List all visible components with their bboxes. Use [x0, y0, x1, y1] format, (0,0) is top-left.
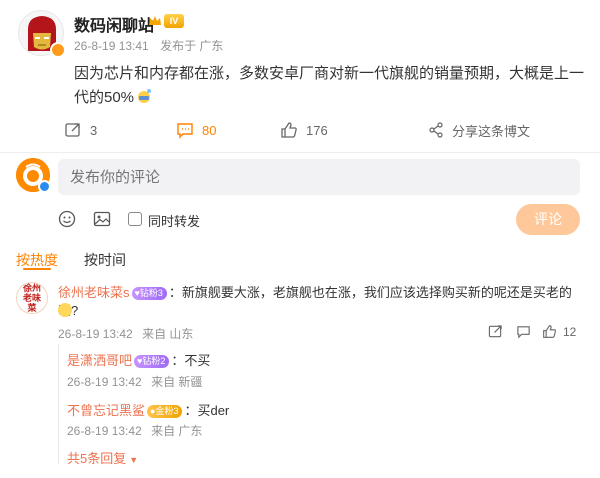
comment-meta: 26-8-19 13:42 来自 山东 [58, 325, 199, 342]
chevron-down-icon: ▼ [129, 455, 139, 465]
fan-badge: ♥钻粉2 [134, 355, 170, 368]
comment-like-button[interactable]: 12 [542, 324, 576, 339]
more-replies-link[interactable]: 共5条回复 ▼ [67, 448, 138, 467]
reply-text: ：买der [184, 403, 230, 418]
reply-icon [517, 326, 530, 339]
image-icon [93, 211, 111, 227]
doge-emoji-icon [58, 303, 72, 317]
post-source: 发布于 广东 [160, 39, 224, 53]
emoji-button[interactable] [58, 210, 76, 228]
reply-author[interactable]: 是潇洒哥吧 [67, 353, 132, 368]
reply-author[interactable]: 不曾忘记黑鲨 [67, 403, 145, 418]
share-out-icon [488, 325, 502, 338]
gold-fan-badge-label: 金粉3 [155, 406, 179, 416]
comment-date: 26-8-19 13:42 [58, 327, 133, 341]
reply-item: 不曾忘记黑鲨 ●金粉3 ：买der [67, 400, 229, 419]
comment-author[interactable]: 徐州老味菜s [58, 285, 130, 300]
emoji-icon [58, 210, 76, 228]
comment-like-count: 12 [563, 324, 577, 339]
image-button[interactable] [93, 210, 111, 228]
comment-count: 80 [202, 122, 217, 138]
repost-icon [65, 123, 80, 137]
user-level-badge: IV [164, 14, 184, 28]
reply-thread-line [58, 344, 59, 464]
reply-item: 是潇洒哥吧 ♥钻粉2 ：不买 [67, 350, 210, 369]
comment-button[interactable]: 80 [176, 120, 216, 140]
share-label: 分享这条博文 [452, 123, 531, 139]
post-meta: 26-8-19 13:41 发布于 广东 [74, 37, 231, 54]
fan-badge-label: 钻粉2 [142, 356, 166, 366]
repost-checkbox-label: 同时转发 [148, 214, 201, 229]
submit-comment-button[interactable]: 评论 [516, 204, 580, 235]
comment-reply-button[interactable] [516, 324, 531, 339]
fan-badge-label: 钻粉3 [139, 288, 163, 298]
commenter-avatar[interactable]: 徐州老味菜 [16, 282, 48, 314]
post-author-name[interactable]: 数码闲聊站 [74, 12, 154, 36]
gold-fan-badge: ●金粉3 [147, 405, 183, 418]
tab-sort-hot[interactable]: 按热度 [16, 250, 58, 270]
reply-meta: 26-8-19 13:42 来自 新疆 [67, 373, 208, 390]
reply-text: ：不买 [171, 353, 211, 368]
divider [0, 152, 600, 153]
active-tab-indicator [23, 268, 51, 270]
comment-icon [177, 123, 193, 139]
reply-location: 来自 广东 [151, 424, 203, 438]
sweat-emoji-icon [138, 89, 152, 103]
post-date: 26-8-19 13:41 [74, 39, 149, 53]
reply-date: 26-8-19 13:42 [67, 375, 142, 389]
fan-badge: ♥钻粉3 [131, 287, 167, 300]
vip-crown-icon [148, 14, 162, 28]
reply-meta: 26-8-19 13:42 来自 广东 [67, 422, 208, 439]
reply-location: 来自 新疆 [151, 375, 203, 389]
thumbs-up-icon [543, 325, 556, 338]
comment-share-button[interactable] [488, 324, 503, 339]
verified-badge-icon [50, 42, 66, 58]
commenter-avatar-text: 徐州老味菜 [22, 283, 41, 313]
repost-count: 3 [90, 122, 98, 138]
thumbs-up-icon [281, 122, 297, 138]
tab-sort-time[interactable]: 按时间 [84, 250, 126, 270]
reply-date: 26-8-19 13:42 [67, 424, 142, 438]
verified-icon [38, 180, 51, 193]
post-text: 因为芯片和内存都在涨，多数安卓厂商对新一代旗舰的销量预期，大概是上一代的50% [74, 62, 584, 110]
more-replies-label: 共5条回复 [67, 451, 127, 466]
comment-input[interactable] [58, 159, 580, 195]
like-count: 176 [306, 122, 328, 138]
share-icon [429, 122, 443, 138]
comment-content: 徐州老味菜s ♥钻粉3 ：新旗舰要大涨，老旗舰也在涨，我们应该选择购买新的呢还是买老… [58, 284, 588, 320]
like-button[interactable]: 176 [280, 120, 328, 140]
comment-location: 来自 山东 [142, 327, 194, 341]
repost-button[interactable]: 3 [64, 120, 97, 140]
repost-checkbox[interactable] [128, 212, 142, 226]
share-button[interactable]: 分享这条博文 [428, 120, 530, 140]
